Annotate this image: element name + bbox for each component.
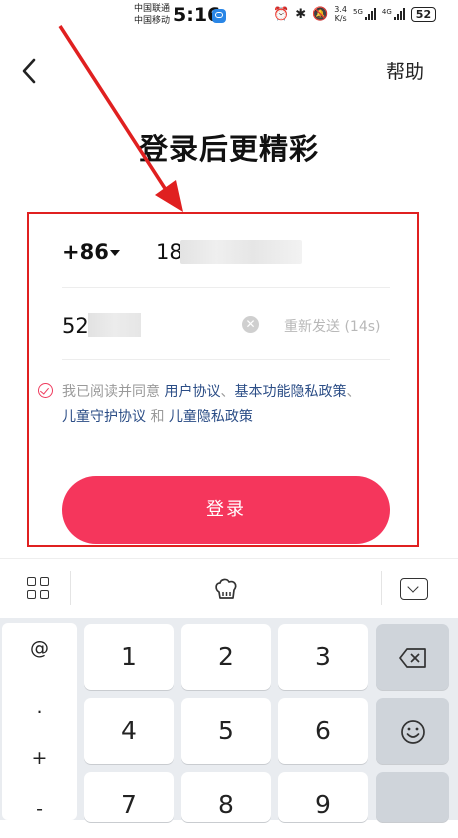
backspace-key[interactable] [376,624,449,690]
toolbar-divider [70,571,71,605]
toolbar-divider [381,571,382,605]
back-arrow-icon [22,58,36,84]
annotation-arrow [58,25,183,212]
page-title: 登录后更精彩 [138,132,319,166]
annotation-highlight-box [27,212,419,547]
status-icons: ⏰ ✱ 🔕 3.4 K/s 5G 4G 52 [273,5,437,23]
digit-key[interactable]: 8 [181,772,271,822]
carrier-2: 中国移动 [134,16,171,26]
digit-key[interactable]: 6 [278,698,368,764]
bluetooth-icon: ✱ [295,6,307,22]
smiley-icon [400,720,425,744]
digit-key[interactable]: 9 [278,772,368,822]
alarm-icon: ⏰ [273,6,290,22]
carrier-labels: 中国联通 中国移动 [134,3,170,27]
symbol-key[interactable]: @ [2,637,77,659]
symbol-key[interactable]: + [2,747,77,769]
digit-key[interactable]: 4 [84,698,174,764]
symbol-key[interactable]: . [2,696,77,718]
digit-key[interactable]: 2 [181,624,271,690]
carrier-1: 中国联通 [134,4,171,14]
emoji-key[interactable] [376,698,449,764]
mute-icon: 🔕 [312,6,329,22]
chef-hat-icon[interactable] [212,575,240,603]
help-link[interactable]: 帮助 [386,57,424,84]
signal-4g-icon: 4G [382,8,405,20]
digit-key[interactable]: 7 [84,772,174,822]
message-notification-icon [212,9,226,23]
network-speed: 3.4 K/s [334,5,348,23]
hide-keyboard-icon[interactable] [400,578,428,600]
digit-key[interactable]: 1 [84,624,174,690]
backspace-icon [398,648,426,668]
digit-key[interactable]: 5 [181,698,271,764]
apps-grid-icon[interactable] [27,577,49,599]
signal-5g-icon: 5G [353,8,376,20]
function-key[interactable] [376,772,449,822]
symbol-key[interactable]: - [2,798,77,820]
digit-key[interactable]: 3 [278,624,368,690]
battery-indicator: 52 [410,6,437,22]
back-button[interactable] [16,56,46,86]
